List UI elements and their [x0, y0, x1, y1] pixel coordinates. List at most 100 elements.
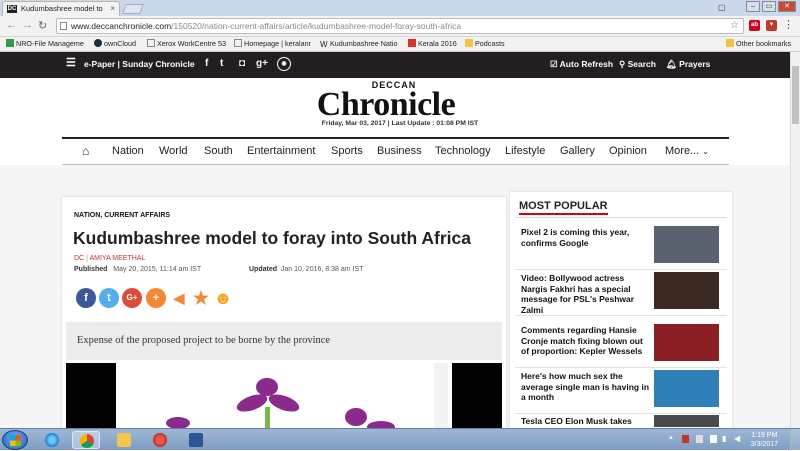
nav-sports[interactable]: Sports	[331, 145, 363, 157]
taskbar-explorer[interactable]	[110, 431, 138, 449]
nav-nation[interactable]: Nation	[112, 145, 144, 157]
folder-icon	[465, 39, 473, 47]
facebook-icon[interactable]: f	[76, 288, 96, 308]
popular-item-title[interactable]: Pixel 2 is coming this year, confirms Go…	[521, 227, 651, 248]
windows-logo-icon	[10, 435, 21, 446]
user-profile-icon[interactable]: ▢	[718, 3, 728, 13]
bookmark-item[interactable]: Homepage | keralanr	[234, 39, 311, 49]
popular-item-title[interactable]: Tesla CEO Elon Musk takes	[521, 416, 651, 427]
nav-south[interactable]: South	[204, 145, 233, 157]
minimize-button[interactable]: –	[746, 1, 760, 12]
prayers-button[interactable]: 🔔︎ Prayers	[666, 59, 710, 70]
nav-lifestyle[interactable]: Lifestyle	[505, 145, 545, 157]
star-icon[interactable]: ★	[191, 288, 211, 308]
popular-item-title[interactable]: Video: Bollywood actress Nargis Fakhri h…	[521, 273, 651, 315]
nav-technology[interactable]: Technology	[435, 145, 491, 157]
home-icon[interactable]: ⌂	[82, 144, 89, 158]
app-icon[interactable]: ◉	[277, 57, 291, 71]
nav-gallery[interactable]: Gallery	[560, 145, 595, 157]
tray-device-icon[interactable]	[696, 435, 703, 443]
article-category[interactable]: NATION, CURRENT AFFAIRS	[74, 212, 170, 219]
instagram-icon[interactable]: ◘	[239, 58, 245, 69]
popular-item-thumbnail[interactable]	[654, 370, 719, 407]
image-letterbox-right	[452, 363, 502, 428]
auto-refresh-toggle[interactable]: ☑ Auto Refresh	[550, 59, 613, 70]
checkbox-icon[interactable]: ☑	[550, 59, 558, 69]
hamburger-menu-icon[interactable]: ☰	[66, 56, 76, 69]
extension-shield-icon[interactable]: ▼	[766, 20, 777, 31]
tray-expand-icon[interactable]: ▲	[668, 435, 675, 443]
kudumbashree-logo-illustration	[166, 363, 448, 428]
back-arrow-icon[interactable]: ←	[6, 19, 17, 31]
new-tab-button[interactable]	[122, 4, 144, 14]
epaper-link[interactable]: e-Paper | Sunday Chronicle	[84, 59, 195, 69]
popular-item-title[interactable]: Comments regarding Hansie Cronje match f…	[521, 325, 651, 357]
bookmark-item[interactable]: ownCloud	[94, 39, 136, 49]
google-plus-icon[interactable]: g+	[256, 58, 268, 69]
bookmark-item[interactable]: Podcasts	[465, 39, 505, 49]
popular-item-title[interactable]: Here's how much sex the average single m…	[521, 371, 651, 403]
article-image[interactable]	[116, 363, 452, 428]
twitter-icon[interactable]: t	[220, 58, 223, 69]
taskbar-network[interactable]	[146, 431, 174, 449]
bookmark-item[interactable]: Xerox WorkCentre 53	[147, 39, 226, 49]
other-bookmarks[interactable]: Other bookmarks	[726, 39, 791, 49]
tray-antivirus-icon[interactable]	[682, 435, 689, 443]
forward-arrow-icon[interactable]: →	[22, 19, 33, 31]
tray-network-icon[interactable]: ▮	[722, 434, 729, 443]
byline-source[interactable]: DC	[74, 255, 84, 262]
folder-icon	[117, 433, 131, 447]
tray-flag-icon[interactable]	[710, 435, 717, 443]
bookmark-star-icon[interactable]: ☆	[730, 19, 739, 33]
title-rule	[515, 217, 727, 218]
nav-world[interactable]: World	[159, 145, 188, 157]
taskbar-chrome[interactable]	[72, 431, 100, 449]
twitter-icon[interactable]: t	[99, 288, 119, 308]
popular-item-thumbnail[interactable]	[654, 324, 719, 361]
scrollbar-thumb[interactable]	[792, 66, 799, 124]
facebook-icon[interactable]: f	[205, 58, 208, 69]
article-headline: Kudumbashree model to foray into South A…	[73, 228, 471, 248]
popular-item-thumbnail[interactable]	[654, 226, 719, 263]
start-button[interactable]	[2, 430, 28, 450]
popular-item-thumbnail[interactable]	[654, 272, 719, 309]
folder-icon	[726, 39, 734, 47]
globe-icon	[153, 433, 167, 447]
page-info-icon[interactable]	[60, 22, 67, 30]
google-plus-icon[interactable]: G+	[122, 288, 142, 308]
bookmark-item[interactable]: W Kudumbashree Natio	[320, 39, 398, 49]
search-button[interactable]: ⚲ Search	[619, 59, 656, 70]
popular-item-divider	[515, 413, 727, 414]
w-icon: W	[320, 40, 328, 49]
logo-chronicle[interactable]: Chronicle	[306, 86, 466, 124]
article-summary: Expense of the proposed project to be bo…	[77, 335, 331, 346]
plus-icon[interactable]: +	[146, 288, 166, 308]
show-desktop-button[interactable]	[790, 429, 800, 451]
green-grid-icon	[6, 39, 14, 47]
popular-item-thumbnail[interactable]	[654, 415, 719, 427]
extension-adblock-icon[interactable]: ab	[749, 20, 760, 31]
nav-more[interactable]: More... ⌄	[665, 145, 709, 157]
tab-close-icon[interactable]: ×	[110, 2, 115, 16]
bookmark-item[interactable]: Kerala 2016	[408, 39, 457, 49]
address-bar[interactable]: www.deccanchronicle.com/150520/nation-cu…	[56, 18, 744, 34]
browser-menu-icon[interactable]: ⋮	[783, 18, 794, 31]
byline-author[interactable]: AMIYA MEETHAL	[89, 255, 145, 262]
bookmarks-bar: NRO-File Manageme ownCloud Xerox WorkCen…	[0, 37, 800, 52]
bookmark-item[interactable]: NRO-File Manageme	[6, 39, 84, 49]
system-clock[interactable]: 1:19 PM 3/3/2017	[751, 431, 778, 449]
close-window-button[interactable]: ✕	[778, 1, 796, 12]
nav-opinion[interactable]: Opinion	[609, 145, 647, 157]
nav-entertainment[interactable]: Entertainment	[247, 145, 315, 157]
megaphone-icon[interactable]: ◀	[169, 288, 189, 308]
smiley-icon[interactable]: ☻	[213, 288, 233, 308]
maximize-button[interactable]: ▭	[762, 1, 776, 12]
browser-tab[interactable]: DC Kudumbashree model to ×	[2, 1, 120, 16]
taskbar-ie[interactable]	[38, 431, 66, 449]
nav-business[interactable]: Business	[377, 145, 422, 157]
tray-volume-icon[interactable]: ◀	[734, 434, 741, 443]
dateline: Friday, Mar 03, 2017 | Last Update : 01:…	[321, 120, 479, 127]
taskbar-word[interactable]	[182, 431, 210, 449]
reload-icon[interactable]: ↻	[38, 19, 47, 32]
page-scrollbar[interactable]	[790, 52, 800, 428]
